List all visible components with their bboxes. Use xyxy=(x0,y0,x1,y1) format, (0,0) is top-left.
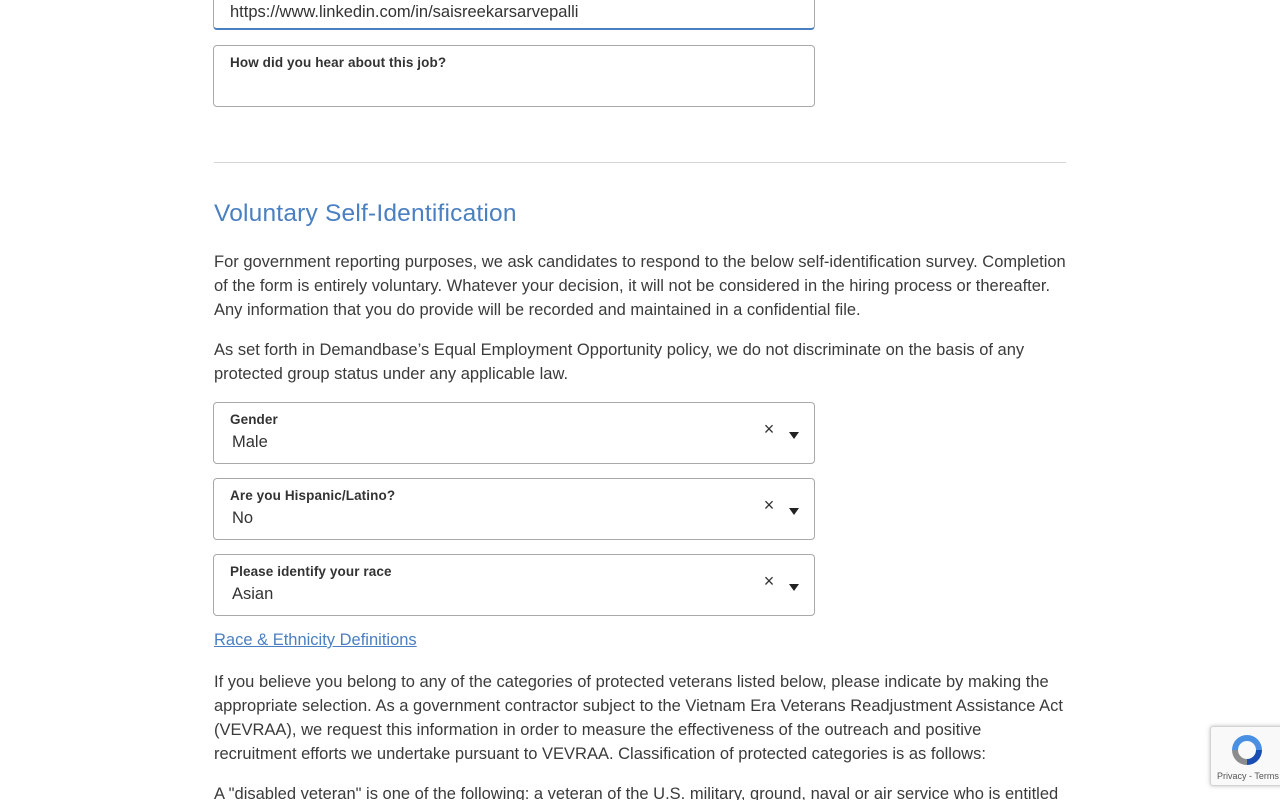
recaptcha-footer[interactable]: Privacy - Terms xyxy=(1217,771,1279,781)
close-icon[interactable]: × xyxy=(762,496,776,514)
race-select[interactable]: Please identify your race Asian × xyxy=(213,554,815,616)
linkedin-profile-value[interactable]: https://www.linkedin.com/in/saisreekarsa… xyxy=(230,3,578,22)
gender-label: Gender xyxy=(230,412,278,427)
linkedin-profile-field[interactable]: https://www.linkedin.com/in/saisreekarsa… xyxy=(213,0,815,30)
eeo-policy-text: As set forth in Demandbase’s Equal Emplo… xyxy=(214,341,1025,383)
close-icon[interactable]: × xyxy=(762,420,776,438)
race-value: Asian xyxy=(232,585,274,603)
chevron-down-icon[interactable] xyxy=(789,584,799,591)
close-icon[interactable]: × xyxy=(762,572,776,590)
gender-value: Male xyxy=(232,433,268,451)
chevron-down-icon[interactable] xyxy=(789,508,799,515)
recaptcha-badge[interactable]: Privacy - Terms xyxy=(1210,726,1280,786)
referral-source-label: How did you hear about this job? xyxy=(230,55,447,70)
section-title: Voluntary Self-Identification xyxy=(214,200,517,227)
hispanic-latino-label: Are you Hispanic/Latino? xyxy=(230,488,396,503)
disabled-veteran-text: A "disabled veteran" is one of the follo… xyxy=(214,785,1059,800)
race-label: Please identify your race xyxy=(230,564,392,579)
referral-source-field[interactable]: How did you hear about this job? xyxy=(213,45,815,107)
hispanic-latino-select[interactable]: Are you Hispanic/Latino? No × xyxy=(213,478,815,540)
gender-select[interactable]: Gender Male × xyxy=(213,402,815,464)
chevron-down-icon[interactable] xyxy=(789,432,799,439)
hispanic-latino-value: No xyxy=(232,509,254,527)
section-divider xyxy=(214,162,1066,163)
veteran-intro-text: If you believe you belong to any of the … xyxy=(214,673,1064,763)
recaptcha-icon xyxy=(1232,735,1262,765)
race-ethnicity-definitions-link[interactable]: Race & Ethnicity Definitions xyxy=(214,631,417,650)
self-id-intro-text: For government reporting purposes, we as… xyxy=(214,253,1066,319)
